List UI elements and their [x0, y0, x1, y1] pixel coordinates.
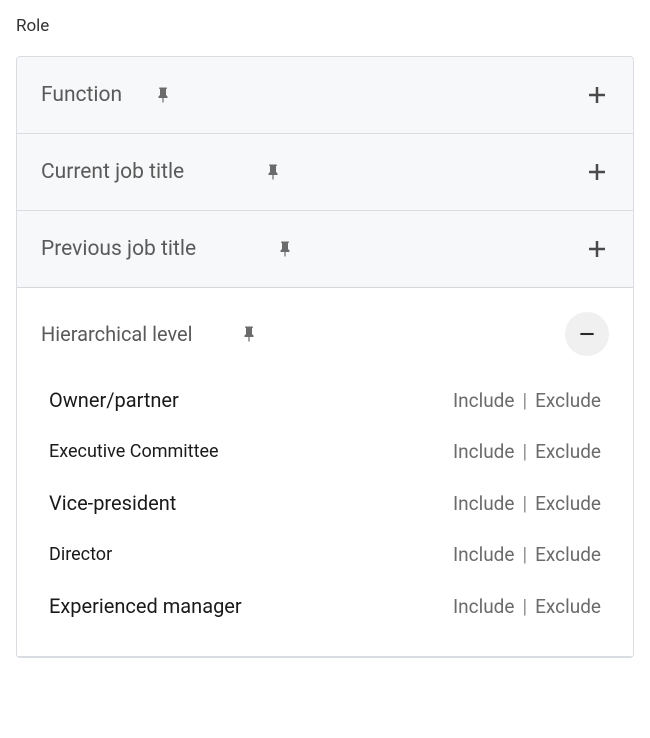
option-actions: Include | Exclude	[453, 440, 601, 463]
collapse-button[interactable]	[565, 312, 609, 356]
option-label: Executive Committee	[49, 441, 219, 462]
option-row-vice-president: Vice-president Include | Exclude	[33, 477, 617, 529]
pin-icon	[154, 86, 172, 104]
filter-row-previous-job-title[interactable]: Previous job title	[17, 211, 633, 288]
exclude-button[interactable]: Exclude	[535, 595, 601, 618]
expand-icon[interactable]	[585, 83, 609, 107]
filter-expanded-header[interactable]: Hierarchical level	[17, 288, 633, 374]
include-button[interactable]: Include	[453, 492, 515, 515]
filter-label: Hierarchical level	[41, 322, 192, 346]
divider: |	[520, 543, 529, 566]
filter-row-current-job-title[interactable]: Current job title	[17, 134, 633, 211]
option-label: Owner/partner	[49, 388, 179, 412]
exclude-button[interactable]: Exclude	[535, 440, 601, 463]
filter-label: Function	[41, 83, 122, 107]
filter-row-function[interactable]: Function	[17, 57, 633, 134]
option-label: Director	[49, 544, 112, 565]
divider: |	[520, 440, 529, 463]
divider: |	[520, 595, 529, 618]
option-label: Vice-president	[49, 491, 176, 515]
option-row-executive-committee: Executive Committee Include | Exclude	[33, 426, 617, 477]
expand-icon[interactable]	[585, 160, 609, 184]
option-row-director: Director Include | Exclude	[33, 529, 617, 580]
include-button[interactable]: Include	[453, 440, 515, 463]
filter-label: Previous job title	[41, 237, 196, 261]
pin-icon	[276, 240, 294, 258]
option-actions: Include | Exclude	[453, 543, 601, 566]
exclude-button[interactable]: Exclude	[535, 543, 601, 566]
expand-icon[interactable]	[585, 237, 609, 261]
pin-icon	[264, 163, 282, 181]
include-button[interactable]: Include	[453, 543, 515, 566]
divider: |	[520, 492, 529, 515]
option-actions: Include | Exclude	[453, 492, 601, 515]
filter-label: Current job title	[41, 160, 184, 184]
divider: |	[520, 389, 529, 412]
option-row-owner-partner: Owner/partner Include | Exclude	[33, 374, 617, 426]
option-label: Experienced manager	[49, 594, 242, 618]
section-title: Role	[16, 16, 634, 36]
exclude-button[interactable]: Exclude	[535, 492, 601, 515]
exclude-button[interactable]: Exclude	[535, 389, 601, 412]
filter-panel: Function Current job title Previous job …	[16, 56, 634, 658]
option-actions: Include | Exclude	[453, 389, 601, 412]
filter-row-hierarchical-level: Hierarchical level Owner/partner Include…	[17, 288, 633, 657]
include-button[interactable]: Include	[453, 595, 515, 618]
minus-icon	[577, 324, 597, 344]
pin-icon	[240, 325, 258, 343]
include-button[interactable]: Include	[453, 389, 515, 412]
options-list: Owner/partner Include | Exclude Executiv…	[17, 374, 633, 656]
option-row-experienced-manager: Experienced manager Include | Exclude	[33, 580, 617, 632]
option-actions: Include | Exclude	[453, 595, 601, 618]
